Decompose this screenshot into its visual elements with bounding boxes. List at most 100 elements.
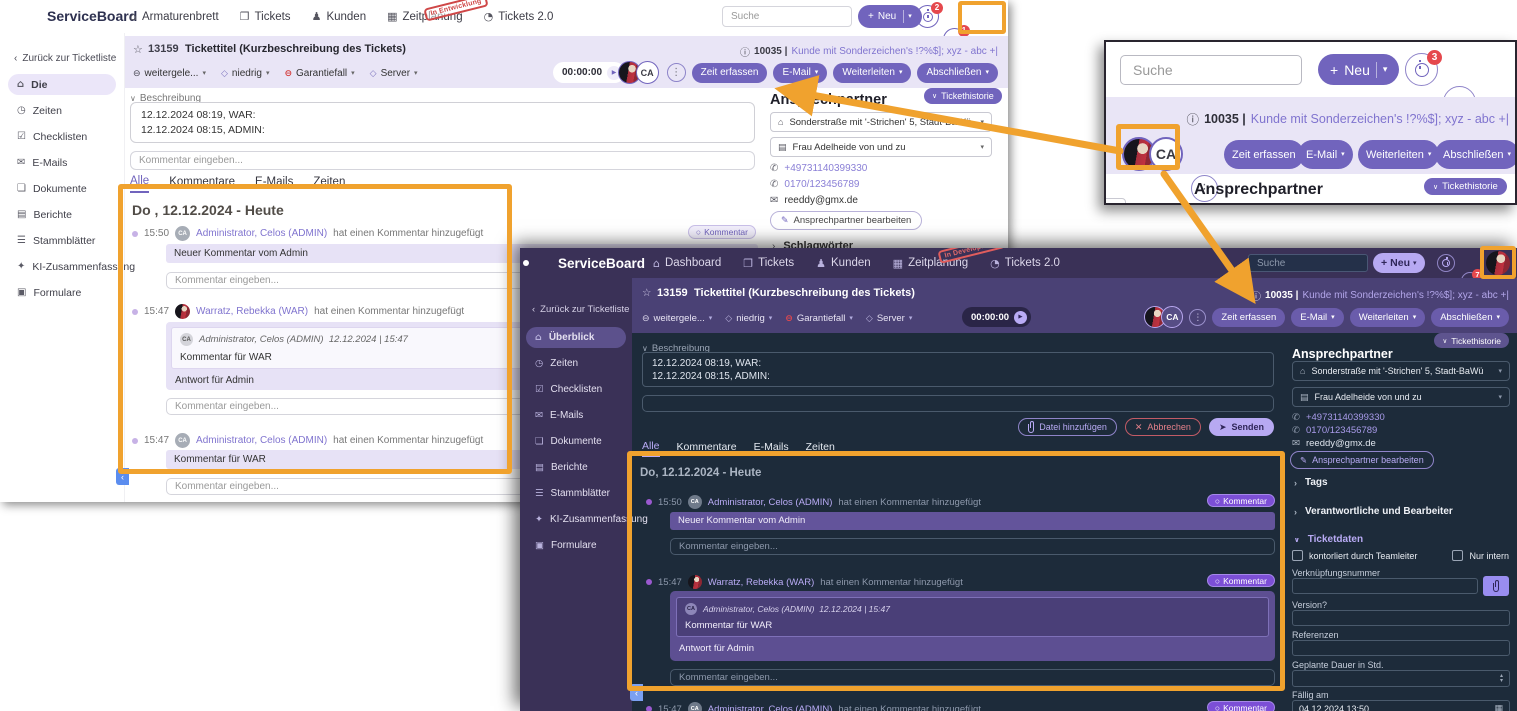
ticket-history-button[interactable]: ∨ Tickethistorie — [1434, 333, 1509, 348]
sidebar-item[interactable]: Dokumente — [526, 431, 626, 452]
edit-contact-button[interactable]: ✎ Ansprechpartner bearbeiten — [1290, 451, 1434, 469]
nav-item[interactable]: Tickets 2.0 — [484, 10, 554, 23]
feed-tab[interactable]: Kommentare — [169, 176, 235, 192]
new-comment-input[interactable] — [642, 395, 1274, 412]
description-box[interactable]: 12.12.2024 08:19, WAR: 12.12.2024 08:15,… — [130, 102, 755, 143]
author-name[interactable]: Warratz, Rebekka (WAR) — [708, 577, 814, 588]
cancel-button[interactable]: ✕Abbrechen — [1125, 418, 1201, 436]
contact-person-select[interactable]: ▤ Frau Adelheide von und zu ▾ — [1292, 387, 1510, 407]
sidebar-item[interactable]: Überblick — [526, 327, 626, 348]
priority-chip[interactable]: ◇niedrig▾ — [725, 313, 772, 324]
teamlead-checkbox-row[interactable]: kontorliert durch Teamleiter — [1292, 550, 1417, 561]
sidebar-item[interactable]: Berichte — [8, 204, 116, 225]
planned-duration-stepper[interactable]: ▴▾ — [1292, 670, 1510, 687]
author-name[interactable]: Administrator, Celos (ADMIN) — [708, 704, 833, 711]
nav-item[interactable]: Tickets — [743, 257, 794, 270]
feed-tab[interactable]: E-Mails — [255, 176, 293, 192]
reply-input[interactable] — [670, 538, 1275, 555]
email-value[interactable]: reeddy@gmx.de — [1306, 438, 1376, 449]
reply-input[interactable] — [670, 669, 1275, 686]
email-button[interactable]: E-Mail▾ — [1298, 140, 1353, 169]
back-to-ticketlist[interactable]: ‹ Zurück zur Ticketliste — [14, 53, 124, 64]
customer-name-link[interactable]: Kunde mit Sonderzeichen's !?%$]; xyz - a… — [791, 46, 998, 57]
feed-tab[interactable]: Alle — [130, 175, 149, 193]
feed-tab[interactable]: Zeiten — [313, 176, 345, 192]
close-ticket-button[interactable]: Abschließen▾ — [1435, 140, 1517, 169]
email-button[interactable]: E-Mail▾ — [773, 63, 827, 83]
send-button[interactable]: ➤Senden — [1209, 418, 1274, 436]
record-time-button[interactable]: Zeit erfassen — [1224, 140, 1304, 169]
participant-avatars[interactable]: CA — [618, 61, 659, 84]
user-avatar[interactable] — [1486, 251, 1510, 275]
info-icon[interactable]: ⓘ — [1187, 109, 1200, 128]
sidebar-item[interactable]: Formulare — [526, 535, 626, 556]
timer-icon-button[interactable]: 2 — [916, 5, 939, 28]
new-button[interactable]: + Neu ▾ — [858, 5, 922, 28]
sidebar-item[interactable]: KI-Zusammenfassung — [8, 256, 116, 277]
due-date-input[interactable]: 04.12.2024 13:50 ▦ — [1292, 700, 1510, 711]
sidebar-collapse-handle[interactable]: ‹ — [116, 468, 129, 485]
forward-button[interactable]: Weiterleiten▾ — [1358, 140, 1439, 169]
sidebar-item[interactable]: Checklisten — [8, 126, 116, 147]
mobile-row[interactable]: ✆0170/123456789 — [770, 179, 859, 190]
email-row[interactable]: ✉reeddy@gmx.de — [1292, 438, 1376, 449]
search-input[interactable] — [1120, 55, 1302, 85]
attach-file-button[interactable]: Datei hinzufügen — [1018, 418, 1117, 436]
customer-name-link[interactable]: Kunde mit Sonderzeichen's !?%$]; xyz - a… — [1302, 290, 1509, 301]
new-comment-input[interactable] — [130, 151, 755, 170]
mobile-link[interactable]: 0170/123456789 — [1306, 425, 1377, 436]
back-to-ticketlist[interactable]: ‹ Zurück zur Ticketliste — [532, 304, 632, 315]
close-ticket-button[interactable]: Abschließen▾ — [917, 63, 998, 83]
sidebar-item[interactable]: Zeiten — [526, 353, 626, 374]
email-button[interactable]: E-Mail▾ — [1291, 308, 1343, 327]
play-button[interactable]: ▶ — [1014, 311, 1027, 324]
forward-button[interactable]: Weiterleiten▾ — [1350, 308, 1426, 327]
mobile-link[interactable]: 0170/123456789 — [784, 179, 859, 190]
nav-item[interactable]: Dashboard — [653, 257, 721, 270]
feed-tab[interactable]: E-Mails — [754, 441, 789, 456]
references-input[interactable] — [1292, 640, 1510, 656]
stepper-arrows-icon[interactable]: ▴▾ — [1500, 674, 1503, 684]
sidebar-item[interactable]: Dokumente — [8, 178, 116, 199]
sidebar-item[interactable]: E-Mails — [8, 152, 116, 173]
participant-avatars[interactable]: CA — [1144, 306, 1183, 328]
ticketdata-section-header[interactable]: ∨Ticketdaten — [1294, 534, 1363, 545]
close-ticket-button[interactable]: Abschließen▾ — [1431, 308, 1509, 327]
sidebar-item[interactable]: Berichte — [526, 457, 626, 478]
category-chip[interactable]: ◇Server▾ — [866, 313, 912, 324]
phone-row[interactable]: ✆+49731140399330 — [770, 163, 867, 174]
ticket-history-button[interactable]: ∨ Tickethistorie — [1424, 178, 1507, 195]
sidebar-item[interactable]: Stammblätter — [8, 230, 116, 251]
internal-only-checkbox-row[interactable]: Nur intern — [1452, 550, 1509, 561]
address-select[interactable]: ⌂ Sonderstraße mit '-Strichen' 5, Stadt-… — [1292, 361, 1510, 381]
author-name[interactable]: Administrator, Celos (ADMIN) — [708, 497, 833, 508]
feed-tab[interactable]: Zeiten — [806, 441, 835, 456]
nav-item[interactable]: Armaturenbrett — [130, 10, 219, 23]
priority-chip[interactable]: ◇niedrig▾ — [221, 68, 269, 79]
address-select[interactable]: ⌂ Sonderstraße mit '-Strichen' 5, Stadt-… — [770, 112, 992, 132]
sidebar-item[interactable]: Die — [8, 74, 116, 95]
mobile-row[interactable]: ✆0170/123456789 — [1292, 425, 1377, 436]
nav-item[interactable]: Tickets — [240, 10, 291, 23]
contact-person-select[interactable]: ▤ Frau Adelheide von und zu ▾ — [770, 137, 992, 157]
warranty-chip[interactable]: ⊖Garantiefall▾ — [284, 68, 354, 79]
star-icon[interactable]: ☆ — [133, 43, 143, 56]
sidebar-item[interactable]: KI-Zusammenfassung — [526, 509, 626, 530]
status-chip[interactable]: ⊖weitergele...▾ — [133, 68, 206, 79]
info-icon[interactable]: ⓘ — [1251, 288, 1261, 303]
edit-contact-button[interactable]: ✎ Ansprechpartner bearbeiten — [770, 211, 922, 230]
phone-link[interactable]: +49731140399330 — [784, 163, 867, 174]
more-options-button[interactable]: ⋮ — [1189, 309, 1206, 326]
info-icon[interactable]: ⓘ — [740, 44, 750, 59]
sidebar-item[interactable]: Stammblätter — [526, 483, 626, 504]
phone-row[interactable]: ✆+49731140399330 — [1292, 412, 1385, 423]
responsible-section-header[interactable]: ›Verantwortliche und Bearbeiter — [1294, 506, 1453, 517]
tags-section-header[interactable]: ›Tags — [1294, 477, 1328, 488]
avatar-ca[interactable]: CA — [636, 61, 659, 84]
email-row[interactable]: ✉reeddy@gmx.de — [770, 195, 858, 206]
timer-icon-button[interactable]: 3 — [1405, 53, 1438, 86]
ticket-history-button[interactable]: ∨ Tickethistorie — [924, 88, 1002, 104]
sidebar-collapse-handle[interactable]: ‹ — [630, 684, 643, 701]
email-value[interactable]: reeddy@gmx.de — [784, 195, 858, 206]
version-input[interactable] — [1292, 610, 1510, 626]
